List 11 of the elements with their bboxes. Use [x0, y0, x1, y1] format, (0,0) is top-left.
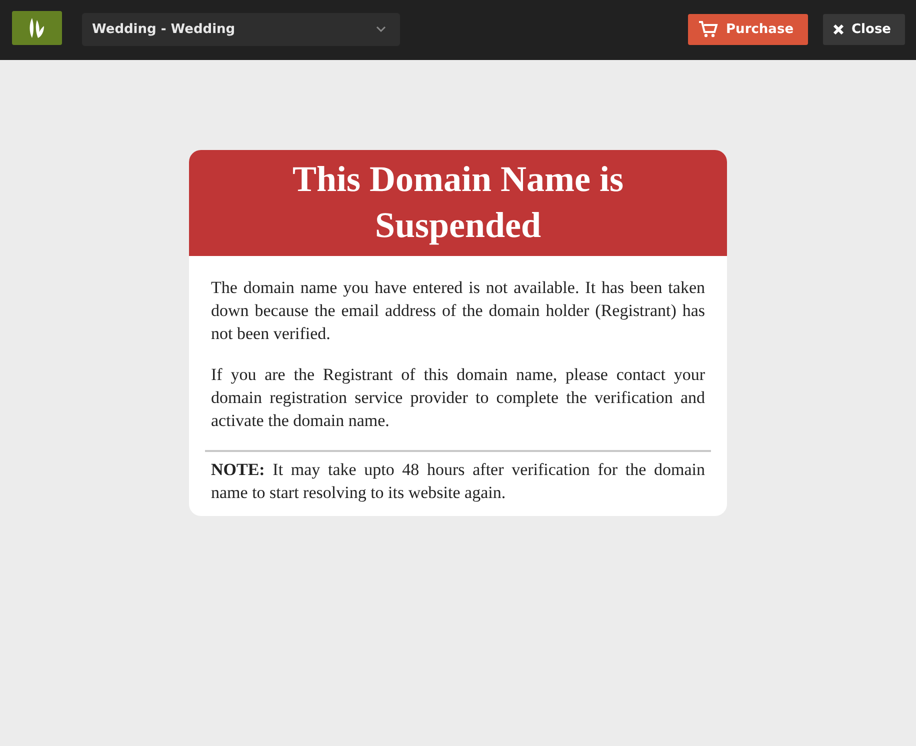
cart-icon	[698, 20, 718, 38]
note-text: NOTE: It may take upto 48 hours after verification for the domain name to start resolving to its website again.	[211, 459, 705, 504]
theme-select[interactable]: Wedding - Wedding	[82, 12, 400, 46]
logo-icon[interactable]	[12, 11, 62, 45]
chevron-down-icon	[376, 26, 386, 32]
close-icon	[832, 24, 844, 34]
notice-paragraph: If you are the Registrant of this domain name, please contact your domain registration service provider to complete the verification and activate the domain name.	[211, 364, 705, 432]
close-button[interactable]: Close	[822, 14, 905, 44]
notice-paragraph: The domain name you have entered is not available. It has been taken down because the email address of the domain holder (Registrant) has not been verified.	[211, 277, 705, 345]
purchase-button[interactable]: Purchase	[688, 14, 808, 44]
notice-title: This Domain Name is Suspended	[189, 150, 727, 256]
